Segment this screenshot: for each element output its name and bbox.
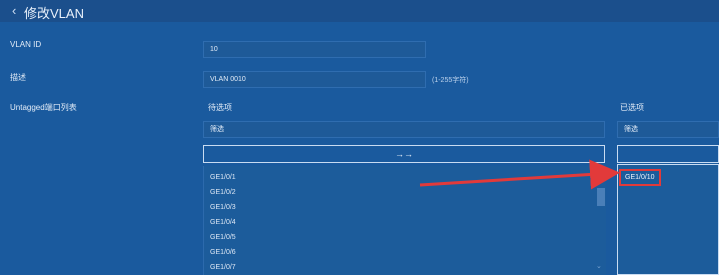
candidates-filter-input[interactable]: 筛选	[203, 121, 605, 138]
description-label: 描述	[10, 73, 26, 82]
selected-filter-input[interactable]: 筛选	[617, 121, 719, 138]
move-left-button[interactable]	[617, 145, 719, 163]
back-chevron-icon[interactable]: ‹	[12, 3, 16, 18]
header-bar: ‹ 修改VLAN	[0, 0, 719, 22]
list-item[interactable]: GE1/0/3	[210, 204, 236, 211]
list-item[interactable]: GE1/0/1	[210, 174, 236, 181]
page-title: 修改VLAN	[24, 6, 84, 21]
scrollbar-thumb[interactable]	[597, 188, 605, 206]
list-item[interactable]: GE1/0/4	[210, 219, 236, 226]
candidates-list[interactable]: GE1/0/1 GE1/0/2 GE1/0/3 GE1/0/4 GE1/0/5 …	[203, 166, 606, 275]
list-item[interactable]: GE1/0/5	[210, 234, 236, 241]
vlan-id-input[interactable]: 10	[203, 41, 426, 58]
selected-list[interactable]: GE1/0/10	[617, 164, 719, 275]
move-right-button[interactable]: →→	[203, 145, 605, 163]
list-item[interactable]: GE1/0/6	[210, 249, 236, 256]
untagged-ports-label: Untagged端口列表	[10, 103, 77, 112]
description-hint: (1-255字符)	[432, 77, 469, 84]
description-input[interactable]: VLAN 0010	[203, 71, 426, 88]
list-item[interactable]: GE1/0/2	[210, 189, 236, 196]
candidates-title: 待选项	[208, 103, 232, 112]
double-arrow-right-icon: →→	[395, 149, 413, 159]
vlan-id-label: VLAN ID	[10, 40, 42, 49]
selected-title: 已选项	[620, 103, 644, 112]
scroll-down-icon[interactable]: ⌄	[596, 262, 602, 270]
list-item[interactable]: GE1/0/10	[619, 169, 661, 186]
list-item[interactable]: GE1/0/7	[210, 264, 236, 271]
